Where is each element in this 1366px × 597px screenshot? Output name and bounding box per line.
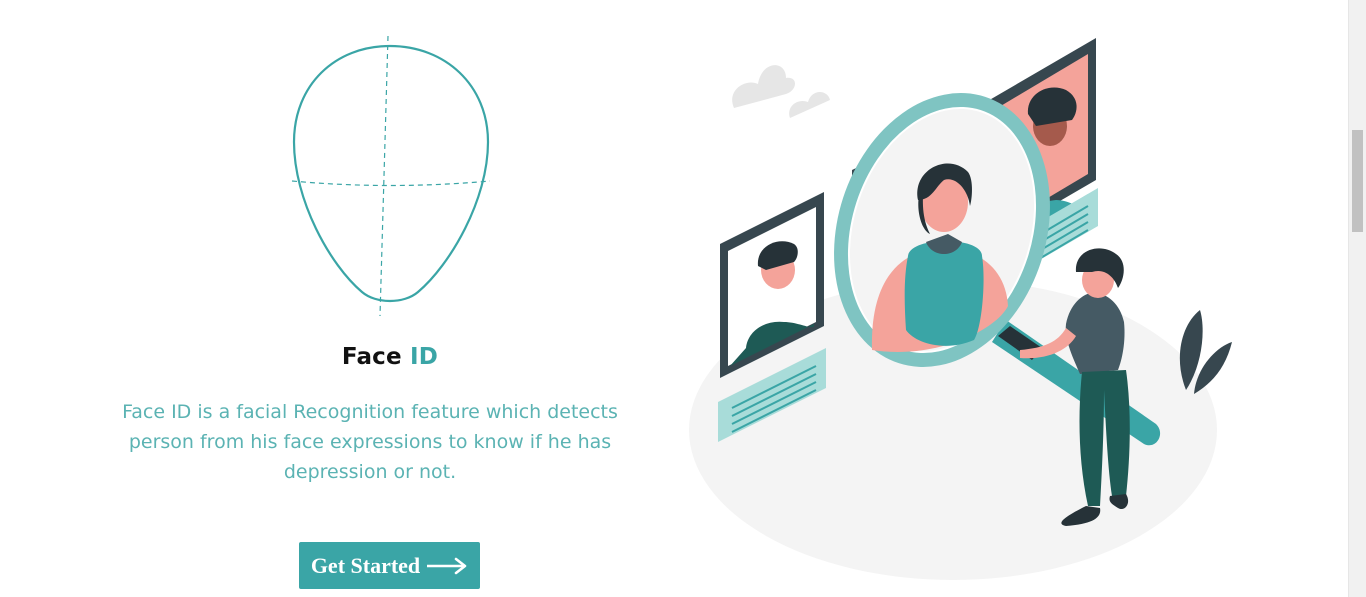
get-started-label: Get Started <box>310 552 421 578</box>
title-part-face: Face <box>341 344 402 370</box>
face-search-illustration <box>689 38 1232 580</box>
get-started-button[interactable]: Get Started <box>299 542 480 589</box>
scrollbar-thumb[interactable] <box>1352 130 1363 232</box>
page-scrollbar[interactable] <box>1348 0 1366 597</box>
face-outline-icon <box>291 35 491 317</box>
page-title: Face ID <box>0 344 780 370</box>
page: Face ID Face ID is a facial Recognition … <box>0 0 1366 597</box>
title-part-id: ID <box>410 344 439 370</box>
arrow-right-icon <box>427 557 467 574</box>
feature-description: Face ID is a facial Recognition feature … <box>122 401 618 483</box>
